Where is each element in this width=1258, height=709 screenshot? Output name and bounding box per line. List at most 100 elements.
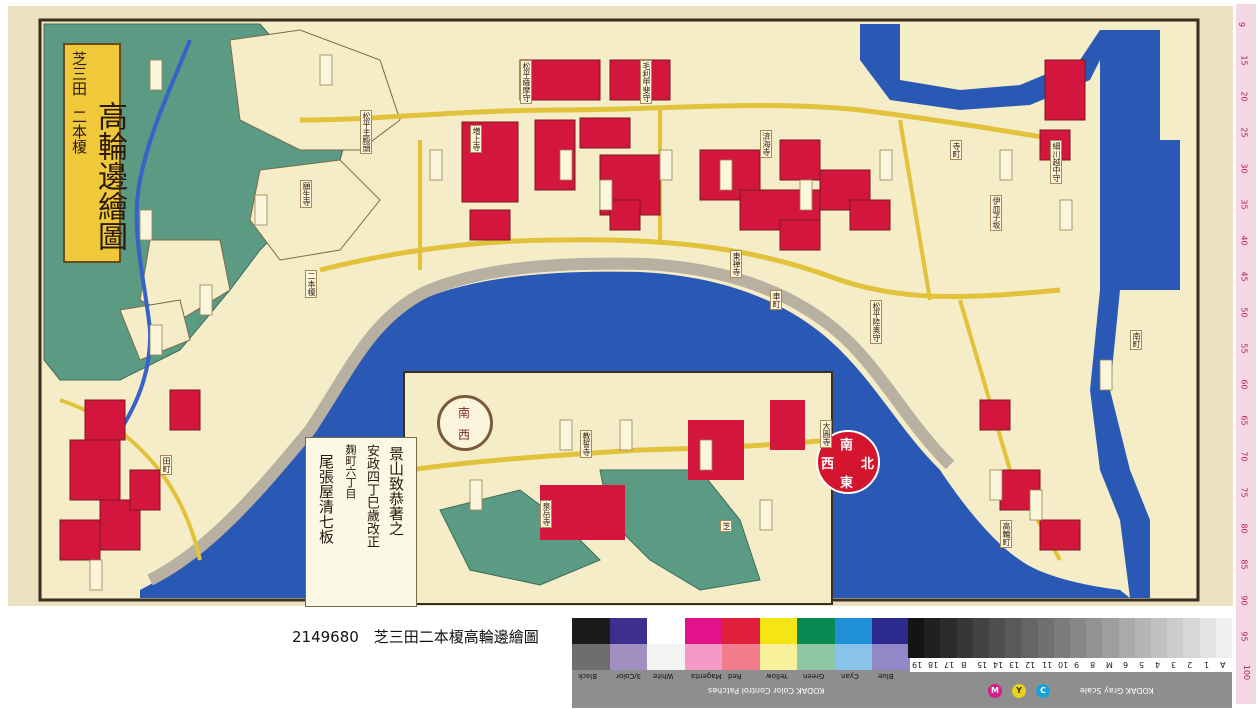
cmyk-yellow: Y bbox=[1012, 684, 1026, 698]
color-patch bbox=[684, 618, 722, 644]
compass-north: 北 bbox=[861, 457, 875, 472]
temple-block bbox=[69, 439, 121, 501]
gray-cell bbox=[1053, 618, 1070, 658]
gray-cell bbox=[1070, 618, 1087, 658]
label-chip-shape bbox=[469, 479, 483, 511]
gray-cell bbox=[1021, 618, 1038, 658]
map-scan bbox=[8, 6, 1233, 606]
color-patch-label: Red bbox=[728, 672, 742, 680]
color-patch bbox=[572, 644, 610, 670]
label-chip-shape bbox=[879, 149, 893, 181]
gray-marker: M bbox=[1106, 660, 1114, 669]
gray-marker: 1 bbox=[1203, 660, 1209, 669]
place-label: 高輪町 bbox=[1000, 520, 1012, 548]
ruler-number: 90 bbox=[1239, 595, 1249, 606]
compass-west: 西 bbox=[821, 457, 835, 472]
place-label: 南町 bbox=[1130, 330, 1142, 350]
label-chip-shape bbox=[139, 209, 153, 241]
place-label: 大圓寺 bbox=[820, 420, 832, 448]
color-patch bbox=[872, 644, 910, 670]
color-patch bbox=[609, 618, 647, 644]
ruler-number: 9 bbox=[1237, 21, 1247, 28]
gray-scale-title: KODAK Gray Scale bbox=[1080, 686, 1154, 695]
gray-marker: 10 bbox=[1057, 660, 1068, 669]
place-label: 寺町 bbox=[950, 140, 962, 160]
color-patch-label: Green bbox=[803, 672, 825, 680]
ruler-number: 85 bbox=[1239, 559, 1249, 570]
cmyk-magenta: M bbox=[988, 684, 1002, 698]
gray-marker: 8 bbox=[1090, 660, 1096, 669]
ruler-number: 55 bbox=[1239, 343, 1249, 354]
place-label: 東禅寺 bbox=[730, 250, 742, 278]
temple-block bbox=[979, 399, 1011, 431]
label-chip-shape bbox=[999, 149, 1013, 181]
label-chip-shape bbox=[799, 179, 813, 211]
place-label: 教誓寺 bbox=[580, 430, 592, 458]
temple-block bbox=[84, 399, 126, 441]
gray-cell bbox=[956, 618, 973, 658]
ruler-number: 50 bbox=[1239, 307, 1249, 318]
gray-marker: 11 bbox=[1041, 660, 1052, 669]
temple-block bbox=[169, 389, 201, 431]
gray-cell bbox=[989, 618, 1006, 658]
ruler-number: 15 bbox=[1239, 55, 1249, 66]
publisher-colophon: 景山致恭著之 安政四丁巳歲改正 麹町六丁目 尾張屋清七板 bbox=[305, 437, 417, 607]
gray-marker: 4 bbox=[1155, 660, 1161, 669]
gray-cell bbox=[1167, 618, 1184, 658]
color-patches-title: KODAK Color Control Patches bbox=[708, 686, 825, 695]
temple-block bbox=[579, 117, 631, 149]
inset-temple bbox=[540, 485, 625, 540]
temple-block bbox=[469, 209, 511, 241]
temple-block bbox=[779, 219, 821, 251]
title-main: 高輪邊繪圖 bbox=[92, 101, 127, 251]
color-patch-label: Magenta bbox=[690, 672, 722, 680]
gray-cell bbox=[1134, 618, 1151, 658]
gray-marker: 17 bbox=[944, 660, 955, 669]
place-label: 松平薩摩守 bbox=[520, 60, 532, 104]
inset-compass: 南 西 bbox=[437, 395, 493, 451]
title-right: 芝三田 bbox=[70, 51, 88, 96]
temple-block bbox=[779, 139, 821, 181]
place-label: 松平主殿頭 bbox=[360, 110, 372, 154]
temple-block bbox=[59, 519, 101, 561]
ruler-number: 20 bbox=[1239, 91, 1249, 102]
place-label: 願生寺 bbox=[300, 180, 312, 208]
color-patch bbox=[647, 644, 685, 670]
place-label: 増上寺 bbox=[470, 125, 482, 153]
compass-east: 東 bbox=[840, 476, 854, 491]
temple-block bbox=[129, 469, 161, 511]
gray-cell bbox=[972, 618, 989, 658]
gray-cell bbox=[1005, 618, 1022, 658]
ruler-number: 30 bbox=[1239, 163, 1249, 174]
gray-cell bbox=[1037, 618, 1054, 658]
gray-marker: 18 bbox=[928, 660, 939, 669]
label-chip-shape bbox=[429, 149, 443, 181]
ruler-number: 100 bbox=[1242, 664, 1252, 681]
ruler-number: 35 bbox=[1239, 199, 1249, 210]
label-chip-shape bbox=[89, 559, 103, 591]
gray-marker: 19 bbox=[912, 660, 923, 669]
gray-cell bbox=[1215, 618, 1232, 658]
compass-south: 南 bbox=[840, 438, 854, 453]
label-chip-shape bbox=[559, 419, 573, 451]
temple-block bbox=[1044, 59, 1086, 121]
gray-marker: 3 bbox=[1171, 660, 1177, 669]
color-patch bbox=[609, 644, 647, 670]
label-chip-shape bbox=[1029, 489, 1043, 521]
gray-marker: A bbox=[1219, 660, 1226, 669]
label-chip-shape bbox=[1099, 359, 1113, 391]
cmyk-cyan: C bbox=[1036, 684, 1050, 698]
color-patch-label: Cyan bbox=[840, 672, 859, 680]
color-patch bbox=[759, 644, 797, 670]
publisher-line-3: 麹町六丁目 bbox=[344, 444, 357, 499]
color-patch bbox=[872, 618, 910, 644]
gray-cell bbox=[1199, 618, 1216, 658]
color-patch bbox=[797, 618, 835, 644]
ruler-number: 75 bbox=[1239, 487, 1249, 498]
color-patch bbox=[797, 644, 835, 670]
place-label: 伊皿子坂 bbox=[990, 195, 1002, 231]
ruler-number: 80 bbox=[1239, 523, 1249, 534]
gray-marker: 12 bbox=[1025, 660, 1036, 669]
label-chip-shape bbox=[319, 54, 333, 86]
gray-cell bbox=[1086, 618, 1103, 658]
